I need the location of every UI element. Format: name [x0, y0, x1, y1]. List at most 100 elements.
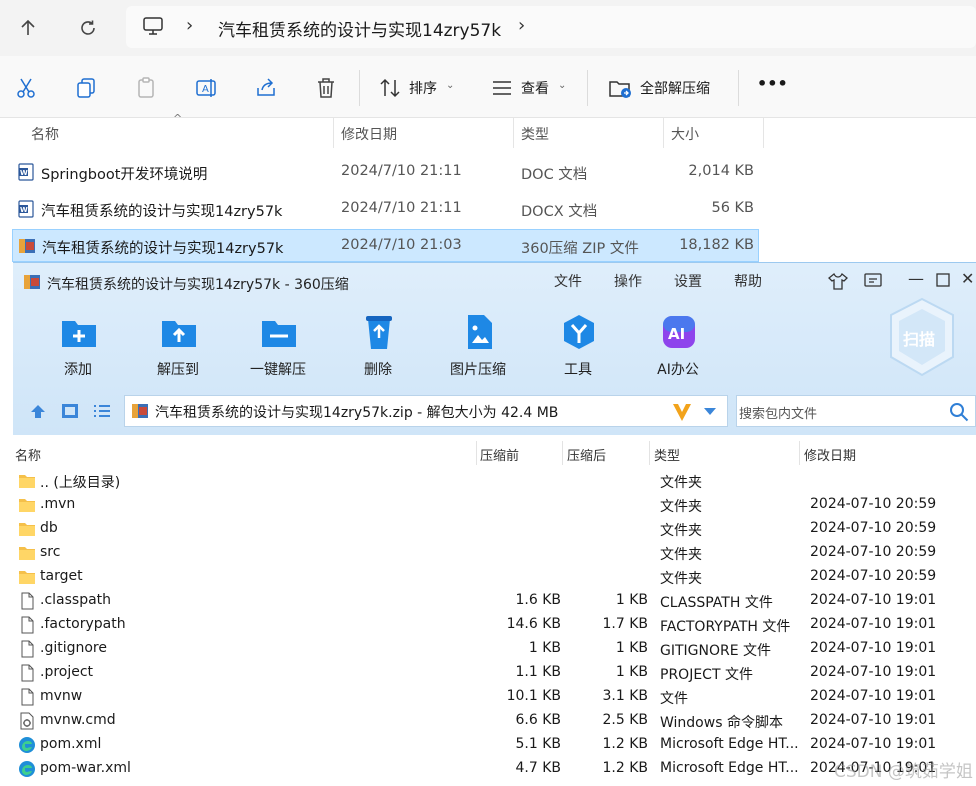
- share-icon[interactable]: [254, 76, 278, 100]
- file-row[interactable]: W Springboot开发环境说明 2024/7/10 21:11 DOC 文…: [12, 156, 759, 188]
- zip-archive-icon: [19, 239, 35, 253]
- paste-icon[interactable]: [134, 76, 158, 100]
- list-view-icon[interactable]: [93, 403, 111, 419]
- ai-office-button[interactable]: AI AI办公: [638, 309, 718, 379]
- copy-icon[interactable]: [74, 76, 98, 100]
- file-row-selected[interactable]: 汽车租赁系统的设计与实现14zry57k 2024/7/10 21:03 360…: [12, 229, 759, 262]
- column-divider[interactable]: [333, 118, 334, 148]
- file-type: DOCX 文档: [521, 204, 598, 220]
- edge-icon: [18, 760, 36, 778]
- delete-icon[interactable]: [314, 76, 338, 100]
- add-archive-icon: [62, 321, 96, 347]
- menu-help[interactable]: 帮助: [734, 271, 762, 291]
- thumbnail-view-icon[interactable]: [61, 403, 79, 419]
- tools-button[interactable]: 工具: [538, 309, 618, 379]
- column-header-modified[interactable]: 修改日期: [341, 118, 397, 148]
- close-icon[interactable]: ✕: [961, 269, 974, 288]
- zip-file-name: .project: [40, 664, 94, 680]
- menu-operate[interactable]: 操作: [614, 271, 642, 291]
- one-click-extract-button[interactable]: 一键解压: [238, 309, 318, 379]
- toolbar-divider: [738, 70, 739, 106]
- zip-file-row[interactable]: .project 1.1 KB 1 KB PROJECT 文件 2024-07-10 1…: [13, 661, 976, 685]
- zip-file-row[interactable]: src 文件夹 2024-07-10 20:59: [13, 541, 976, 565]
- menu-file[interactable]: 文件: [554, 271, 582, 291]
- zip-column-type[interactable]: 类型: [654, 445, 680, 464]
- chevron-right-icon[interactable]: ›: [518, 15, 525, 36]
- extract-to-label: 解压到: [157, 362, 199, 378]
- skin-shirt-icon[interactable]: [828, 272, 848, 290]
- zip-file-row[interactable]: target 文件夹 2024-07-10 20:59: [13, 565, 976, 589]
- up-level-icon[interactable]: [29, 403, 47, 419]
- image-compress-button[interactable]: 图片压缩: [438, 309, 518, 379]
- zip-column-before[interactable]: 压缩前: [480, 445, 519, 464]
- extract-folder-icon[interactable]: [608, 76, 632, 100]
- zip-file-type: PROJECT 文件: [660, 667, 753, 683]
- zip-file-row[interactable]: .classpath 1.6 KB 1 KB CLASSPATH 文件 2024-07-…: [13, 589, 976, 613]
- sort-icon[interactable]: [378, 76, 402, 100]
- column-header-type[interactable]: 类型: [521, 118, 549, 148]
- zip-file-row[interactable]: db 文件夹 2024-07-10 20:59: [13, 517, 976, 541]
- scan-button[interactable]: 扫描: [885, 295, 959, 379]
- zip-file-row[interactable]: .gitignore 1 KB 1 KB GITIGNORE 文件 2024-07-10…: [13, 637, 976, 661]
- cut-icon[interactable]: [14, 76, 38, 100]
- word-doc-icon: W: [18, 163, 34, 181]
- zip-file-type: GITIGNORE 文件: [660, 643, 772, 659]
- more-options-button[interactable]: •••: [757, 74, 788, 93]
- extract-all-button[interactable]: 全部解压缩: [640, 78, 710, 98]
- minimize-icon[interactable]: —: [908, 269, 924, 288]
- zip-file-row[interactable]: pom.xml 5.1 KB 1.2 KB Microsoft Edge HT... 2…: [13, 733, 976, 757]
- delete-button[interactable]: 删除: [338, 309, 418, 379]
- zip-file-name: .mvn: [40, 496, 76, 512]
- zip-column-modified[interactable]: 修改日期: [804, 445, 856, 464]
- svg-text:AI: AI: [668, 325, 685, 343]
- column-divider[interactable]: [799, 441, 800, 465]
- zip-file-name: mvnw.cmd: [40, 712, 116, 728]
- view-button[interactable]: 查看: [521, 78, 549, 98]
- zip-file-row[interactable]: pom-war.xml 4.7 KB 1.2 KB Microsoft Edge HT…: [13, 757, 976, 781]
- column-divider[interactable]: [562, 441, 563, 465]
- chevron-right-icon: ›: [186, 15, 194, 36]
- zip-file-row[interactable]: .. (上级目录) 文件夹: [13, 469, 976, 493]
- maximize-icon[interactable]: [936, 273, 950, 287]
- zip-file-name: .factorypath: [40, 616, 126, 632]
- feedback-icon[interactable]: [863, 272, 883, 290]
- file-icon: [18, 688, 36, 706]
- column-divider[interactable]: [663, 118, 664, 148]
- zip-file-row[interactable]: .mvn 文件夹 2024-07-10 20:59: [13, 493, 976, 517]
- archive-search-input[interactable]: 搜索包内文件: [736, 395, 976, 427]
- file-size: 56 KB: [711, 200, 754, 216]
- zip-column-name[interactable]: 名称: [15, 445, 41, 464]
- archive-path-field[interactable]: 汽车租赁系统的设计与实现14zry57k.zip - 解包大小为 42.4 MB: [124, 395, 728, 427]
- sort-button[interactable]: 排序: [409, 78, 437, 98]
- verified-v-icon[interactable]: [671, 401, 693, 423]
- zip-file-size-after: 1 KB: [615, 664, 648, 680]
- zip-file-row[interactable]: .factorypath 14.6 KB 1.7 KB FACTORYPATH 文件 2…: [13, 613, 976, 637]
- rename-icon[interactable]: A: [194, 76, 218, 100]
- zip-app-icon: [24, 275, 40, 289]
- column-divider[interactable]: [649, 441, 650, 465]
- search-icon[interactable]: [949, 402, 969, 422]
- up-arrow-icon[interactable]: [14, 14, 42, 42]
- zip-file-modified: 2024-07-10 20:59: [810, 544, 937, 560]
- column-divider[interactable]: [513, 118, 514, 148]
- add-button[interactable]: 添加: [38, 309, 118, 379]
- zip-file-name: .. (上级目录): [40, 475, 121, 491]
- ai-office-icon: AI: [663, 316, 695, 348]
- menu-settings[interactable]: 设置: [674, 271, 702, 291]
- refresh-icon[interactable]: [74, 14, 102, 42]
- column-divider[interactable]: [763, 118, 764, 148]
- address-folder-name[interactable]: 汽车租赁系统的设计与实现14zry57k: [218, 16, 501, 41]
- zip-file-row[interactable]: mvnw.cmd 6.6 KB 2.5 KB Windows 命令脚本 2024-07-…: [13, 709, 976, 733]
- column-header-name[interactable]: 名称: [31, 118, 59, 148]
- computer-icon: [143, 17, 163, 35]
- file-row[interactable]: W 汽车租赁系统的设计与实现14zry57k 2024/7/10 21:11 D…: [12, 193, 759, 225]
- address-bar[interactable]: › 汽车租赁系统的设计与实现14zry57k ›: [126, 6, 976, 48]
- view-list-icon[interactable]: [490, 76, 514, 100]
- zip-column-after[interactable]: 压缩后: [567, 445, 606, 464]
- zip-file-row[interactable]: mvnw 10.1 KB 3.1 KB 文件 2024-07-10 19:01: [13, 685, 976, 709]
- column-divider[interactable]: [476, 441, 477, 465]
- column-header-size[interactable]: 大小: [671, 118, 699, 148]
- extract-to-button[interactable]: 解压到: [138, 309, 218, 379]
- chevron-down-icon[interactable]: [703, 407, 717, 417]
- zip-file-modified: 2024-07-10 19:01: [810, 712, 937, 728]
